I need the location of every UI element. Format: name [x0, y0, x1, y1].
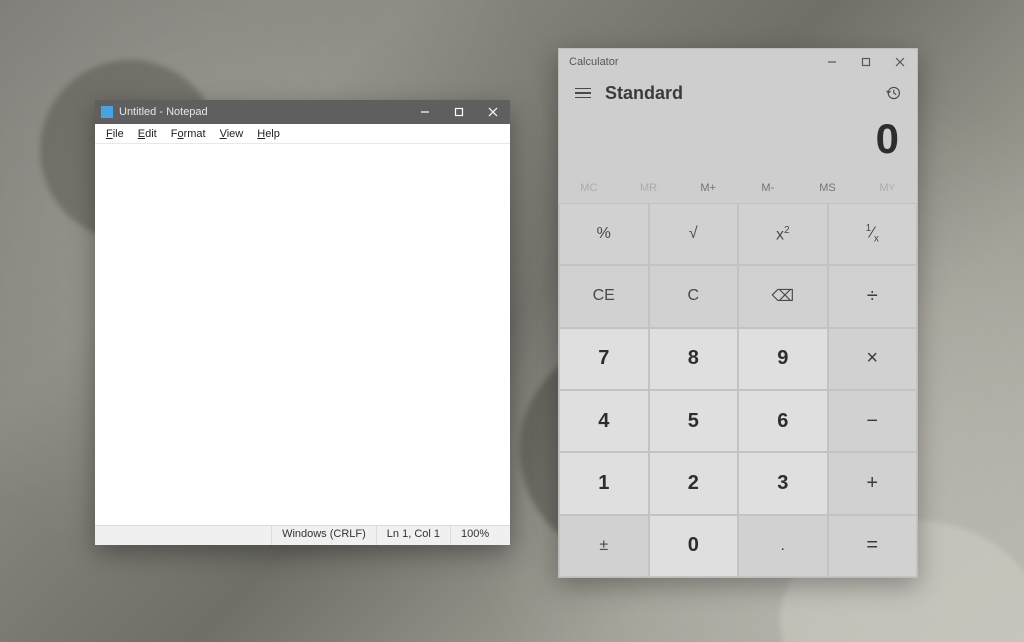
key-8[interactable]: 8 — [650, 329, 738, 389]
notepad-window: Untitled - Notepad File Edit Format View… — [95, 100, 510, 545]
calculator-display: 0 — [559, 111, 917, 173]
menu-file[interactable]: File — [99, 126, 131, 142]
key-subtract[interactable]: − — [829, 391, 917, 451]
key-7[interactable]: 7 — [560, 329, 648, 389]
key-backspace[interactable]: ⌫ — [739, 266, 827, 326]
mem-ms[interactable]: MS — [798, 173, 858, 203]
close-button[interactable] — [883, 49, 917, 75]
calculator-mode-row: Standard — [559, 75, 917, 111]
calculator-mode-label: Standard — [605, 83, 881, 104]
mem-mc[interactable]: MC — [559, 173, 619, 203]
notepad-statusbar: Windows (CRLF) Ln 1, Col 1 100% — [95, 525, 510, 545]
key-divide[interactable]: ÷ — [829, 266, 917, 326]
calculator-titlebar[interactable]: Calculator — [559, 49, 917, 75]
key-1[interactable]: 1 — [560, 453, 648, 513]
key-square[interactable]: x2 — [739, 204, 827, 264]
mem-mr[interactable]: MR — [619, 173, 679, 203]
key-ce[interactable]: CE — [560, 266, 648, 326]
notepad-textarea[interactable] — [95, 144, 510, 525]
key-decimal[interactable]: . — [739, 516, 827, 576]
key-6[interactable]: 6 — [739, 391, 827, 451]
mem-mplus[interactable]: M+ — [678, 173, 738, 203]
menu-format[interactable]: Format — [164, 126, 213, 142]
memory-row: MC MR M+ M- MS M˅ — [559, 173, 917, 203]
key-c[interactable]: C — [650, 266, 738, 326]
maximize-button[interactable] — [849, 49, 883, 75]
notepad-titlebar[interactable]: Untitled - Notepad — [95, 100, 510, 124]
key-reciprocal[interactable]: 1⁄x — [829, 204, 917, 264]
calculator-window: Calculator Standard 0 MC MR M+ M- MS M˅ … — [558, 48, 918, 578]
notepad-app-icon — [101, 106, 113, 118]
mem-mlist[interactable]: M˅ — [857, 173, 917, 203]
minimize-button[interactable] — [408, 100, 442, 124]
mem-mminus[interactable]: M- — [738, 173, 798, 203]
menu-help[interactable]: Help — [250, 126, 287, 142]
close-button[interactable] — [476, 100, 510, 124]
key-add[interactable]: + — [829, 453, 917, 513]
menu-view[interactable]: View — [213, 126, 251, 142]
key-percent[interactable]: % — [560, 204, 648, 264]
status-encoding: Windows (CRLF) — [271, 526, 376, 545]
hamburger-icon[interactable] — [571, 81, 595, 105]
history-icon[interactable] — [881, 81, 905, 105]
key-negate[interactable]: ± — [560, 516, 648, 576]
key-0[interactable]: 0 — [650, 516, 738, 576]
key-3[interactable]: 3 — [739, 453, 827, 513]
key-2[interactable]: 2 — [650, 453, 738, 513]
key-multiply[interactable]: × — [829, 329, 917, 389]
key-equals[interactable]: = — [829, 516, 917, 576]
minimize-button[interactable] — [815, 49, 849, 75]
status-caret: Ln 1, Col 1 — [376, 526, 450, 545]
calculator-title: Calculator — [569, 56, 815, 68]
notepad-title: Untitled - Notepad — [119, 106, 408, 118]
key-5[interactable]: 5 — [650, 391, 738, 451]
key-sqrt[interactable]: √ — [650, 204, 738, 264]
status-zoom: 100% — [450, 526, 510, 545]
maximize-button[interactable] — [442, 100, 476, 124]
key-4[interactable]: 4 — [560, 391, 648, 451]
notepad-menubar: File Edit Format View Help — [95, 124, 510, 144]
key-9[interactable]: 9 — [739, 329, 827, 389]
menu-edit[interactable]: Edit — [131, 126, 164, 142]
calculator-keypad: % √ x2 1⁄x CE C ⌫ ÷ 7 8 9 × 4 5 6 − 1 2 … — [559, 203, 917, 577]
